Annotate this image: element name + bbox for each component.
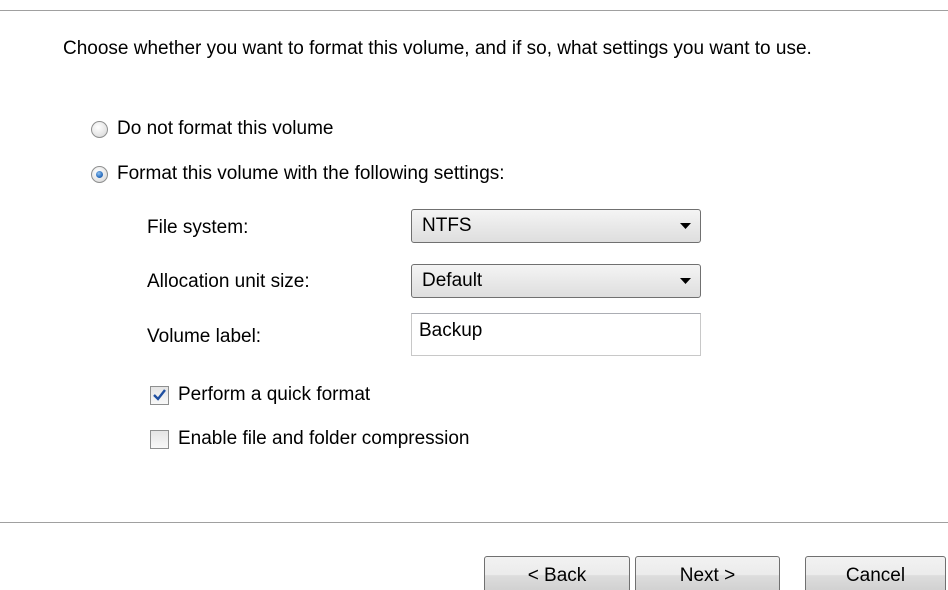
bottom-divider [0, 522, 948, 523]
radio-label: Do not format this volume [117, 118, 334, 139]
radio-button[interactable] [91, 120, 108, 138]
checkmark-icon [153, 389, 166, 401]
chevron-down-icon [670, 278, 700, 284]
quick-format-label: Perform a quick format [178, 384, 371, 405]
compression-option[interactable]: Enable file and folder compression [150, 428, 470, 450]
quick-format-checkbox[interactable] [150, 385, 169, 405]
chevron-down-icon [670, 223, 700, 229]
volume-label-label: Volume label: [147, 326, 262, 347]
file-system-value: NTFS [422, 215, 472, 236]
quick-format-option[interactable]: Perform a quick format [150, 384, 370, 406]
radio-label: Format this volume with the following se… [117, 163, 505, 184]
allocation-unit-size-value: Default [422, 270, 483, 291]
radio-format-volume[interactable]: Format this volume with the following se… [91, 163, 505, 185]
back-button[interactable]: < Back [484, 556, 630, 590]
compression-label: Enable file and folder compression [178, 428, 470, 449]
allocation-unit-size-label: Allocation unit size: [147, 271, 310, 292]
compression-checkbox[interactable] [150, 429, 169, 449]
radio-button-selected[interactable] [91, 165, 108, 183]
format-partition-dialog: Choose whether you want to format this v… [0, 0, 948, 590]
top-divider [0, 10, 948, 11]
file-system-label: File system: [147, 217, 249, 238]
instruction-text: Choose whether you want to format this v… [63, 38, 812, 59]
radio-do-not-format[interactable]: Do not format this volume [91, 118, 333, 140]
file-system-dropdown[interactable]: NTFS [411, 209, 701, 243]
volume-label-input[interactable]: Backup [411, 313, 701, 356]
cancel-button[interactable]: Cancel [805, 556, 946, 590]
allocation-unit-size-dropdown[interactable]: Default [411, 264, 701, 298]
next-button[interactable]: Next > [635, 556, 780, 590]
